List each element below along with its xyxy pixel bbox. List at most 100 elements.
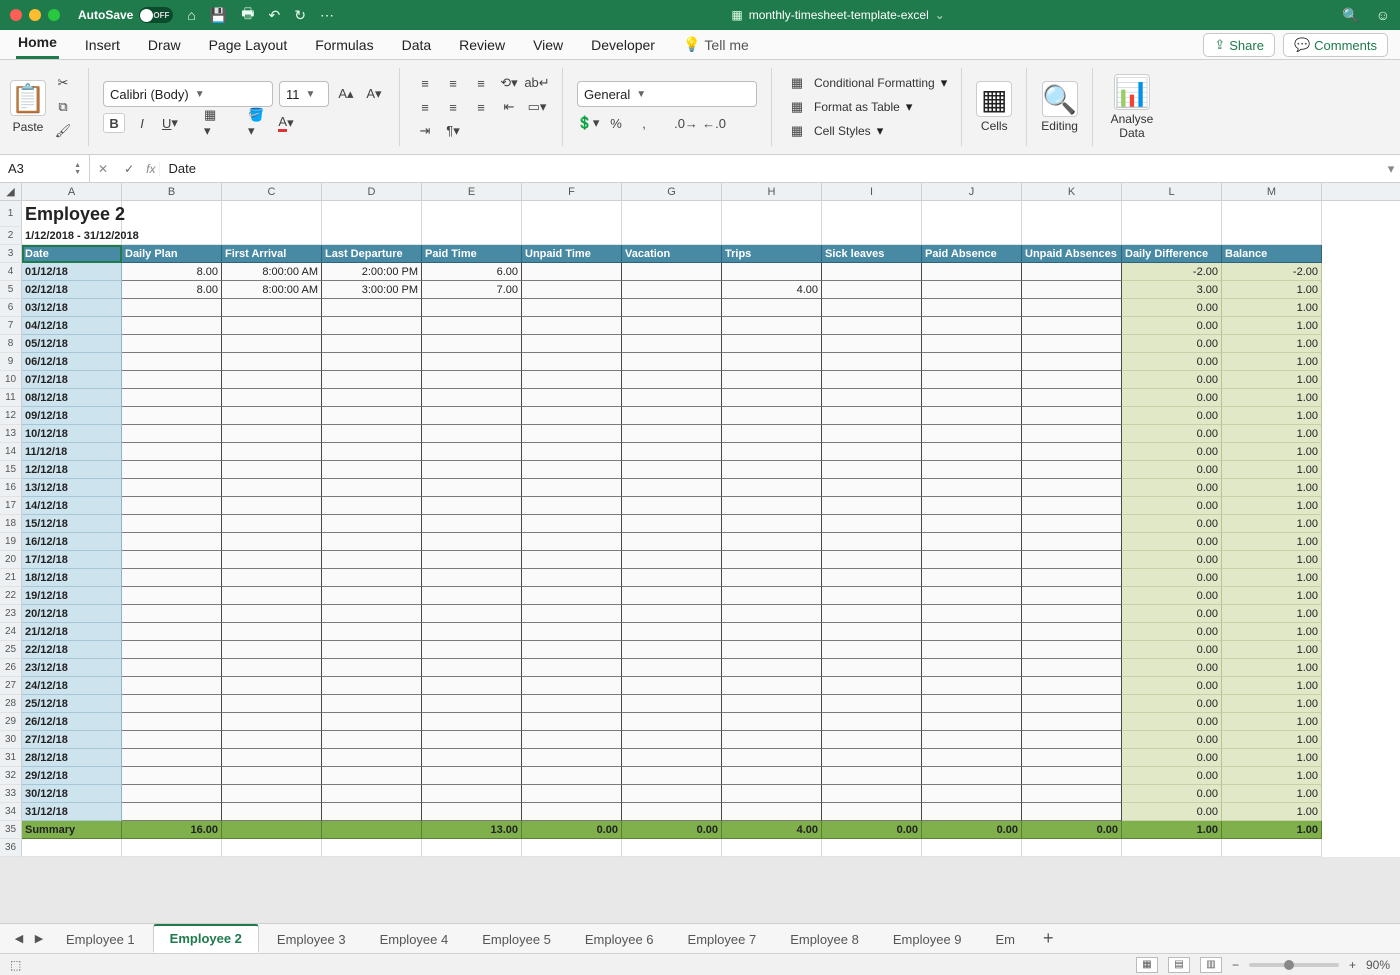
unpaid-absence-cell[interactable] <box>1022 695 1122 713</box>
departure-cell[interactable] <box>322 587 422 605</box>
arrival-cell[interactable] <box>222 299 322 317</box>
vacation-cell[interactable] <box>622 641 722 659</box>
paid-time-cell[interactable] <box>422 641 522 659</box>
paid-time-cell[interactable] <box>422 677 522 695</box>
row-header[interactable]: 14 <box>0 443 22 461</box>
date-cell[interactable]: 20/12/18 <box>22 605 122 623</box>
unpaid-absence-cell[interactable] <box>1022 317 1122 335</box>
balance-cell[interactable]: 1.00 <box>1222 803 1322 821</box>
paid-absence-cell[interactable] <box>922 803 1022 821</box>
row-header[interactable]: 29 <box>0 713 22 731</box>
daily-plan-cell[interactable] <box>122 695 222 713</box>
unpaid-absence-cell[interactable] <box>1022 785 1122 803</box>
row-header[interactable]: 6 <box>0 299 22 317</box>
cell[interactable]: 13.00 <box>422 821 522 839</box>
departure-cell[interactable] <box>322 551 422 569</box>
row-header[interactable]: 20 <box>0 551 22 569</box>
vacation-cell[interactable] <box>622 281 722 299</box>
paid-absence-cell[interactable] <box>922 587 1022 605</box>
daily-diff-cell[interactable]: 0.00 <box>1122 425 1222 443</box>
editing-group[interactable]: 🔍 Editing <box>1041 81 1078 133</box>
departure-cell[interactable] <box>322 479 422 497</box>
trips-cell[interactable] <box>722 587 822 605</box>
paid-time-cell[interactable] <box>422 479 522 497</box>
trips-cell[interactable] <box>722 389 822 407</box>
unpaid-time-cell[interactable] <box>522 497 622 515</box>
unpaid-time-cell[interactable] <box>522 389 622 407</box>
cell[interactable] <box>822 227 922 245</box>
sick-cell[interactable] <box>822 533 922 551</box>
balance-cell[interactable]: 1.00 <box>1222 461 1322 479</box>
sheet-tab-employee-3[interactable]: Employee 3 <box>261 926 362 952</box>
vacation-cell[interactable] <box>622 803 722 821</box>
rtl-icon[interactable]: ¶▾ <box>442 121 464 141</box>
bold-button[interactable]: B <box>103 113 125 133</box>
table-header[interactable]: Unpaid Absences <box>1022 245 1122 263</box>
daily-plan-cell[interactable] <box>122 803 222 821</box>
sheet-tab-employee-8[interactable]: Employee 8 <box>774 926 875 952</box>
date-cell[interactable]: 10/12/18 <box>22 425 122 443</box>
sheet-tab-employee-6[interactable]: Employee 6 <box>569 926 670 952</box>
vacation-cell[interactable] <box>622 533 722 551</box>
sick-cell[interactable] <box>822 713 922 731</box>
paid-time-cell[interactable] <box>422 713 522 731</box>
departure-cell[interactable] <box>322 623 422 641</box>
unpaid-time-cell[interactable] <box>522 695 622 713</box>
spreadsheet-grid[interactable]: 1Employee 221/12/2018 - 31/12/20183DateD… <box>0 201 1400 857</box>
trips-cell[interactable] <box>722 785 822 803</box>
balance-cell[interactable]: 1.00 <box>1222 425 1322 443</box>
row-header[interactable]: 21 <box>0 569 22 587</box>
daily-diff-cell[interactable]: 0.00 <box>1122 551 1222 569</box>
tell-me[interactable]: 💡 Tell me <box>681 32 751 59</box>
cell[interactable] <box>1122 227 1222 245</box>
sick-cell[interactable] <box>822 335 922 353</box>
table-header[interactable]: Balance <box>1222 245 1322 263</box>
close-icon[interactable] <box>10 9 22 21</box>
balance-cell[interactable]: 1.00 <box>1222 695 1322 713</box>
unpaid-time-cell[interactable] <box>522 335 622 353</box>
cell[interactable] <box>722 201 822 227</box>
daily-plan-cell[interactable] <box>122 713 222 731</box>
daily-plan-cell[interactable] <box>122 389 222 407</box>
tab-nav-next[interactable]: ▶ <box>30 930 48 948</box>
balance-cell[interactable]: 1.00 <box>1222 317 1322 335</box>
daily-diff-cell[interactable]: 0.00 <box>1122 461 1222 479</box>
daily-plan-cell[interactable]: 8.00 <box>122 281 222 299</box>
cell[interactable] <box>1022 227 1122 245</box>
paid-absence-cell[interactable] <box>922 713 1022 731</box>
daily-diff-cell[interactable]: 0.00 <box>1122 443 1222 461</box>
paid-time-cell[interactable]: 6.00 <box>422 263 522 281</box>
sick-cell[interactable] <box>822 515 922 533</box>
daily-diff-cell[interactable]: 0.00 <box>1122 623 1222 641</box>
percent-icon[interactable]: % <box>605 113 627 133</box>
departure-cell[interactable] <box>322 695 422 713</box>
trips-cell[interactable] <box>722 749 822 767</box>
unpaid-absence-cell[interactable] <box>1022 479 1122 497</box>
arrival-cell[interactable] <box>222 461 322 479</box>
unpaid-time-cell[interactable] <box>522 731 622 749</box>
unpaid-time-cell[interactable] <box>522 443 622 461</box>
unpaid-absence-cell[interactable] <box>1022 641 1122 659</box>
print-icon[interactable]: 🖶 <box>241 3 254 27</box>
sick-cell[interactable] <box>822 641 922 659</box>
departure-cell[interactable] <box>322 605 422 623</box>
unpaid-absence-cell[interactable] <box>1022 749 1122 767</box>
unpaid-time-cell[interactable] <box>522 263 622 281</box>
trips-cell[interactable] <box>722 803 822 821</box>
font-size-combo[interactable]: 11▼ <box>279 81 329 107</box>
sick-cell[interactable] <box>822 371 922 389</box>
daily-diff-cell[interactable]: 0.00 <box>1122 353 1222 371</box>
unpaid-absence-cell[interactable] <box>1022 731 1122 749</box>
row-header[interactable]: 19 <box>0 533 22 551</box>
paid-time-cell[interactable] <box>422 407 522 425</box>
departure-cell[interactable] <box>322 407 422 425</box>
font-color-button[interactable]: A▾ <box>275 113 297 133</box>
arrival-cell[interactable] <box>222 407 322 425</box>
unpaid-time-cell[interactable] <box>522 533 622 551</box>
column-header-J[interactable]: J <box>922 183 1022 200</box>
name-box[interactable]: A3 ▲▼ <box>0 155 90 182</box>
sick-cell[interactable] <box>822 497 922 515</box>
table-header[interactable]: Daily Difference <box>1122 245 1222 263</box>
cell[interactable] <box>722 839 822 857</box>
date-cell[interactable]: 08/12/18 <box>22 389 122 407</box>
